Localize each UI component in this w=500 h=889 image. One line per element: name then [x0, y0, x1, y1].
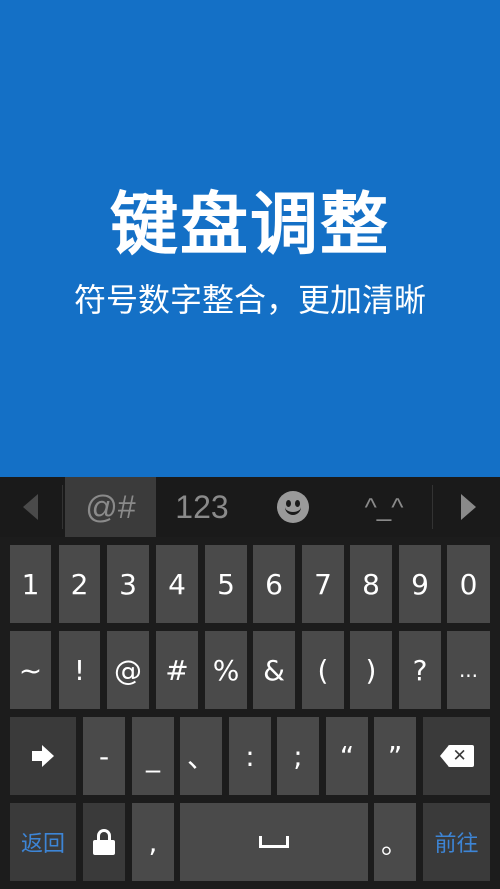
- tab-symbols[interactable]: @#: [65, 477, 156, 537]
- key-percent[interactable]: %: [205, 631, 247, 709]
- backspace-icon: ✕: [439, 745, 474, 767]
- space-icon: [259, 836, 289, 848]
- key-4[interactable]: 4: [156, 545, 198, 623]
- go-button[interactable]: 前往: [423, 803, 490, 881]
- smiley-icon: [277, 491, 309, 523]
- symbol-keyboard: @# 123 ^_^ 1 2 3 4 5 6 7 8 9 0 ~ ! @ # %…: [0, 477, 500, 889]
- key-semicolon[interactable]: ;: [277, 717, 319, 795]
- key-period[interactable]: 。: [374, 803, 416, 881]
- back-button[interactable]: 返回: [10, 803, 76, 881]
- chevron-left-icon: [22, 494, 38, 520]
- tab-emoticons-label: ^_^: [364, 491, 404, 522]
- tab-numbers-label: 123: [175, 488, 229, 525]
- key-hash[interactable]: #: [156, 631, 198, 709]
- key-right-paren[interactable]: ): [350, 631, 392, 709]
- key-underscore[interactable]: _: [132, 717, 174, 795]
- chevron-right-icon: [460, 494, 476, 520]
- arrow-right-icon: [32, 745, 54, 767]
- tab-emoji[interactable]: [248, 477, 338, 537]
- key-ellipsis[interactable]: ...: [447, 631, 490, 709]
- tab-emoticons[interactable]: ^_^: [338, 477, 430, 537]
- key-7[interactable]: 7: [302, 545, 344, 623]
- key-right-quote[interactable]: ”: [374, 717, 416, 795]
- banner-subtitle: 符号数字整合，更加清晰: [73, 281, 426, 319]
- divider: [432, 485, 433, 529]
- space-bar[interactable]: [180, 803, 368, 881]
- tab-prev-button[interactable]: [0, 477, 60, 537]
- key-0[interactable]: 0: [447, 545, 490, 623]
- tab-numbers[interactable]: 123: [156, 477, 248, 537]
- lock-icon: [93, 829, 115, 855]
- key-left-paren[interactable]: (: [302, 631, 344, 709]
- key-5[interactable]: 5: [205, 545, 247, 623]
- divider: [62, 485, 63, 529]
- key-enumeration-comma[interactable]: 、: [180, 717, 222, 795]
- key-2[interactable]: 2: [59, 545, 100, 623]
- key-hyphen[interactable]: -: [83, 717, 125, 795]
- key-3[interactable]: 3: [107, 545, 149, 623]
- banner-title: 键盘调整: [109, 186, 390, 265]
- key-8[interactable]: 8: [350, 545, 392, 623]
- key-at[interactable]: @: [107, 631, 149, 709]
- key-ampersand[interactable]: &: [253, 631, 295, 709]
- key-question[interactable]: ?: [399, 631, 441, 709]
- key-exclamation[interactable]: !: [59, 631, 100, 709]
- key-6[interactable]: 6: [253, 545, 295, 623]
- key-9[interactable]: 9: [399, 545, 441, 623]
- tab-next-button[interactable]: [436, 477, 500, 537]
- key-1[interactable]: 1: [10, 545, 51, 623]
- backspace-button[interactable]: ✕: [423, 717, 490, 795]
- lock-button[interactable]: [83, 803, 125, 881]
- tab-symbols-label: @#: [85, 488, 136, 525]
- keyboard-tab-bar: @# 123 ^_^: [0, 477, 500, 537]
- key-comma[interactable]: ,: [132, 803, 174, 881]
- key-colon[interactable]: :: [229, 717, 271, 795]
- key-tilde[interactable]: ~: [10, 631, 51, 709]
- promo-banner: 键盘调整 符号数字整合，更加清晰: [0, 0, 500, 477]
- key-left-quote[interactable]: “: [326, 717, 368, 795]
- shift-arrow-button[interactable]: [10, 717, 76, 795]
